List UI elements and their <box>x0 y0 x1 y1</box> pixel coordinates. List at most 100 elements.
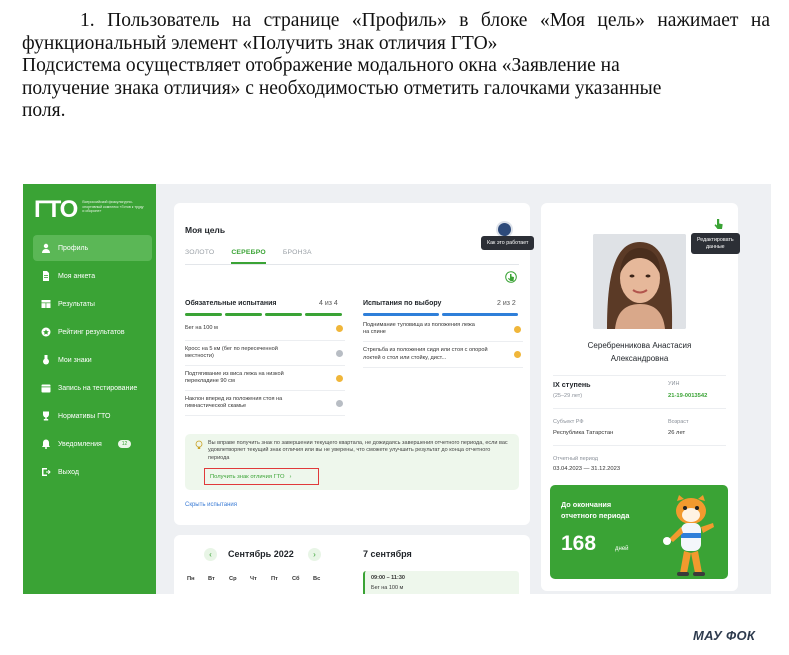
chevron-right-icon[interactable]: › <box>308 548 321 561</box>
tab-bronze[interactable]: БРОНЗА <box>283 249 312 264</box>
get-gto-badge-button[interactable]: Получить знак отличия ГТО › <box>204 468 319 485</box>
divider <box>553 445 726 446</box>
mandatory-progress-bars <box>185 313 342 316</box>
medal-icon <box>41 355 51 365</box>
promo-title-line: отчетного периода <box>561 511 630 520</box>
promo-title: До окончания отчетного периода <box>561 499 629 521</box>
document-icon <box>41 271 51 281</box>
my-goal-card: Моя цель Как это работает ЗОЛОТО СЕРЕБРО… <box>174 203 535 525</box>
divider <box>553 408 726 409</box>
optional-tests-title: Испытания по выбору <box>363 300 442 307</box>
sidebar-item-rating[interactable]: Рейтинг результатов <box>33 319 152 345</box>
goal-tabs: ЗОЛОТО СЕРЕБРО БРОНЗА <box>185 249 329 264</box>
sidebar-item-label: Мои знаки <box>58 356 92 364</box>
sidebar-item-label: Рейтинг результатов <box>58 328 125 336</box>
sidebar-item-label: Выход <box>58 468 79 476</box>
test-item-label: Поднимание туловища из положения лежа на… <box>363 321 475 336</box>
sidebar-item-my-form[interactable]: Моя анкета <box>33 263 152 289</box>
divider <box>553 375 726 376</box>
mandatory-tests-count: 4 из 4 <box>319 300 338 307</box>
profile-name-line: Александровна <box>610 354 669 363</box>
test-item[interactable]: Кросс на 5 км (бег по пересеченной местн… <box>185 341 345 366</box>
profile-photo <box>593 234 686 329</box>
sidebar-item-logout[interactable]: Выход <box>33 459 152 485</box>
sidebar-item-testing-signup[interactable]: Запись на тестирование <box>33 375 152 401</box>
period-label: Отчетный период <box>553 456 598 462</box>
age-label: Возраст <box>668 419 689 425</box>
sidebar-item-profile[interactable]: Профиль <box>33 235 152 261</box>
weekday-label: Вт <box>208 576 215 582</box>
tabs-divider <box>185 264 519 265</box>
sidebar-item-label: Моя анкета <box>58 272 96 280</box>
gto-logo[interactable]: ГТО Всероссийский физкультурно-спортивны… <box>34 196 144 224</box>
tab-silver[interactable]: СЕРЕБРО <box>231 249 266 264</box>
profile-card: Редактировать данные Серебренникова Анас… <box>541 203 740 591</box>
chevron-right-icon: › <box>289 473 292 480</box>
edit-data-tooltip: Редактировать данные <box>691 233 740 254</box>
test-item[interactable]: Стрельба из положения сидя или стоя с оп… <box>363 342 523 368</box>
sidebar-item-my-badges[interactable]: Мои знаки <box>33 347 152 373</box>
document-text: 1. Пользователь на странице «Профиль» в … <box>22 10 770 123</box>
test-item[interactable]: Поднимание туловища из положения лежа на… <box>363 317 523 342</box>
calendar-icon <box>41 383 51 393</box>
days-left-promo: До окончания отчетного периода 168 дней <box>550 485 728 579</box>
weekday-label: Вс <box>313 576 321 582</box>
test-item-label: Подтягивание из виса лежа на низкой пере… <box>185 370 284 385</box>
sidebar-item-label: Нормативы ГТО <box>58 412 111 420</box>
sidebar-item-gto-norms[interactable]: Нормативы ГТО <box>33 403 152 429</box>
progress-segment <box>265 313 302 316</box>
sidebar-item-notifications[interactable]: Уведомления 12 <box>33 431 152 457</box>
weekday-label: Пн <box>187 576 195 582</box>
selected-date: 7 сентября <box>363 549 412 559</box>
calendar-weekdays: Пн Вт Ср Чт Пт Сб Вс <box>187 576 334 582</box>
gto-profile-screenshot: ГТО Всероссийский физкультурно-спортивны… <box>23 184 771 594</box>
profile-name-line: Серебренникова Анастасия <box>587 341 692 350</box>
bell-icon <box>41 439 51 449</box>
tab-gold[interactable]: ЗОЛОТО <box>185 249 214 264</box>
test-item[interactable]: Наклон вперед из положения стоя на гимна… <box>185 391 345 416</box>
lightbulb-icon <box>195 440 203 449</box>
edit-pointer-icon[interactable] <box>713 218 725 232</box>
hide-tests-link[interactable]: Скрыть испытания <box>185 502 237 508</box>
test-item[interactable]: Подтягивание из виса лежа на низкой пере… <box>185 366 345 391</box>
table-icon <box>41 299 51 309</box>
progress-segment <box>185 313 222 316</box>
optional-progress-bars <box>363 313 518 316</box>
tiger-mascot-icon <box>663 495 714 576</box>
uin-label: УИН <box>668 381 680 387</box>
mandatory-tests-list: Бег на 100 м Кросс на 5 км (бег по перес… <box>185 317 345 416</box>
progress-segment <box>363 313 439 316</box>
sidebar-item-label: Профиль <box>58 244 89 252</box>
sidebar-nav: Профиль Моя анкета Результаты Рейтинг ре… <box>33 235 152 487</box>
early-badge-notice: Вы вправе получить знак по завершении те… <box>185 434 519 490</box>
progress-segment <box>442 313 518 316</box>
portrait-image <box>593 234 686 329</box>
test-item-label: Кросс на 5 км (бег по пересеченной местн… <box>185 345 278 360</box>
region-label: Субъект РФ <box>553 419 584 425</box>
profile-name: Серебренникова Анастасия Александровна <box>541 339 738 365</box>
status-dot <box>514 351 521 358</box>
calendar-card: ‹ Сентябрь 2022 › Пн Вт Ср Чт Пт Сб Вс 7… <box>174 535 530 594</box>
period-value: 03.04.2023 — 31.12.2023 <box>553 466 621 472</box>
age-range: (25–29 лет) <box>553 393 583 399</box>
event-time: 09:00 – 11:30 <box>371 575 405 581</box>
optional-tests-count: 2 из 2 <box>497 300 516 307</box>
sidebar-item-label: Уведомления <box>58 440 102 448</box>
calendar-event[interactable]: 09:00 – 11:30 Бег на 100 м <box>363 571 519 594</box>
weekday-label: Чт <box>250 576 257 582</box>
optional-tests-list: Поднимание туловища из положения лежа на… <box>363 317 523 368</box>
status-dot <box>336 399 343 407</box>
notice-text: Вы вправе получить знак по завершении те… <box>208 440 508 461</box>
sidebar: ГТО Всероссийский физкультурно-спортивны… <box>23 184 156 594</box>
sidebar-item-label: Запись на тестирование <box>58 384 138 392</box>
my-goal-title: Моя цель <box>185 225 226 235</box>
event-name: Бег на 100 м <box>371 585 404 591</box>
test-item[interactable]: Бег на 100 м <box>185 317 345 341</box>
rating-icon <box>41 327 51 337</box>
sidebar-item-results[interactable]: Результаты <box>33 291 152 317</box>
region-value: Республика Татарстан <box>553 430 614 436</box>
uin-value: 21-19-0013542 <box>668 393 708 399</box>
test-item-label: Бег на 100 м <box>185 324 218 331</box>
chevron-left-icon[interactable]: ‹ <box>204 548 217 561</box>
instruction-paragraph-1: 1. Пользователь на странице «Профиль» в … <box>22 10 770 54</box>
